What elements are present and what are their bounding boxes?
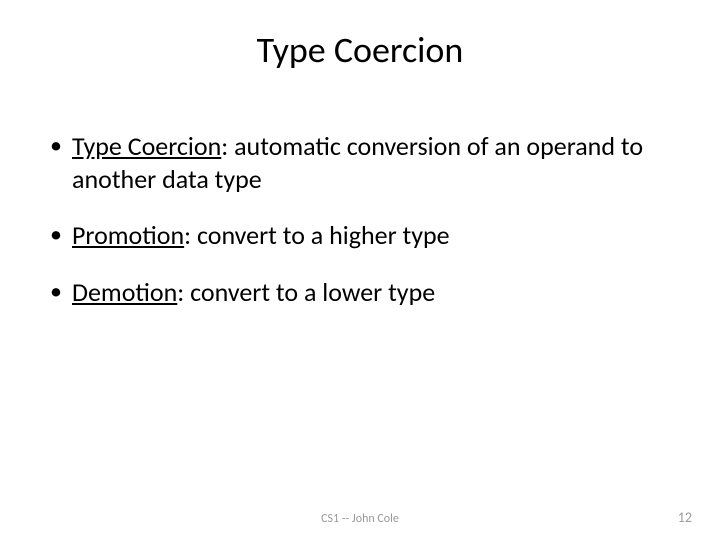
bullet-text: Demotion: convert to a lower type <box>72 276 670 309</box>
bullet-item: • Demotion: convert to a lower type <box>50 276 670 309</box>
term: Promotion <box>72 219 184 251</box>
bullet-text: Type Coercion: automatic conversion of a… <box>72 130 670 195</box>
page-number: 12 <box>678 509 692 526</box>
slide: Type Coercion • Type Coercion: automatic… <box>0 0 720 540</box>
bullet-text: Promotion: convert to a higher type <box>72 219 670 252</box>
term: Demotion <box>72 276 177 308</box>
bullet-marker: • <box>50 130 72 161</box>
bullet-item: • Promotion: convert to a higher type <box>50 219 670 252</box>
definition: : convert to a higher type <box>184 219 449 251</box>
definition: : convert to a lower type <box>177 276 435 308</box>
bullet-marker: • <box>50 219 72 250</box>
term: Type Coercion <box>72 130 221 162</box>
bullet-marker: • <box>50 276 72 307</box>
slide-body: • Type Coercion: automatic conversion of… <box>50 130 670 332</box>
bullet-item: • Type Coercion: automatic conversion of… <box>50 130 670 195</box>
slide-title: Type Coercion <box>0 28 720 72</box>
footer-center: CS1 -- John Cole <box>0 512 720 526</box>
